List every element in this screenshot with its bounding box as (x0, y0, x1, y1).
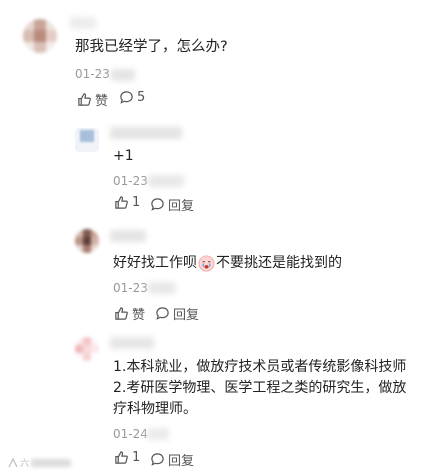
reply-avatar[interactable] (75, 337, 99, 361)
comment-text: 那我已经学了，怎么办? (75, 39, 228, 55)
comment-bubble-icon (151, 198, 164, 211)
reply-text: 1.本科就业，做放疗技术员或者传统影像科技师 2.考研医学物理、医学工程之类的研… (113, 359, 407, 417)
reply-location-redacted (148, 175, 184, 187)
like-label: 赞 (132, 308, 146, 323)
like-label: 赞 (95, 94, 109, 109)
reply-count: 5 (137, 90, 146, 105)
thumbs-up-icon (115, 307, 128, 320)
comment-avatar[interactable] (23, 19, 57, 53)
reply-location-redacted (148, 282, 176, 294)
reply-username-redacted (110, 230, 146, 242)
reply-label: 回复 (168, 454, 195, 469)
like-button[interactable]: 1 (114, 195, 140, 210)
comment-bubble-icon (151, 453, 164, 466)
reply-button[interactable]: 回复 (155, 304, 199, 323)
reply-username-redacted (110, 127, 182, 139)
reply-label: 回复 (168, 199, 195, 214)
watermark-logo-icon (8, 457, 18, 467)
like-button[interactable]: 赞 (114, 304, 145, 323)
reply-text: 好好找工作呗 不要挑还是能找到的 (113, 253, 342, 273)
reply-button[interactable]: 回复 (150, 450, 194, 469)
comment-username-redacted (70, 17, 96, 29)
watermark: 六 (8, 456, 72, 469)
reply-date: 01-23 (113, 174, 148, 188)
like-count: 1 (132, 450, 141, 465)
reply-label: 回复 (173, 308, 200, 323)
like-button[interactable]: 1 (114, 450, 140, 465)
thumbs-up-icon (115, 451, 128, 464)
reply-date: 01-23 (113, 281, 148, 295)
like-button[interactable]: 赞 (77, 90, 108, 109)
reply-location-redacted (147, 428, 169, 440)
reply-avatar[interactable] (75, 229, 99, 253)
reply-username-redacted (110, 337, 154, 349)
watermark-text: 六 (20, 459, 30, 469)
reply-text-part-2: 不要挑还是能找到的 (216, 255, 342, 271)
thumbs-up-icon (115, 196, 128, 209)
reply-text: +1 (113, 148, 134, 164)
thumbs-up-icon (78, 93, 91, 106)
reply-text-part-1: 好好找工作呗 (113, 255, 197, 271)
reply-avatar[interactable] (75, 128, 99, 152)
watermark-redacted (31, 458, 72, 467)
comment-bubble-icon (156, 307, 169, 320)
crying-emoji-icon (198, 254, 215, 272)
reply-button[interactable]: 回复 (150, 195, 194, 214)
reply-count-button[interactable]: 5 (119, 90, 145, 105)
comment-bubble-icon (120, 91, 133, 104)
reply-date: 01-24 (113, 427, 148, 441)
comment-date: 01-23 (75, 67, 110, 81)
comment-location-redacted (111, 69, 135, 81)
like-count: 1 (132, 195, 141, 210)
